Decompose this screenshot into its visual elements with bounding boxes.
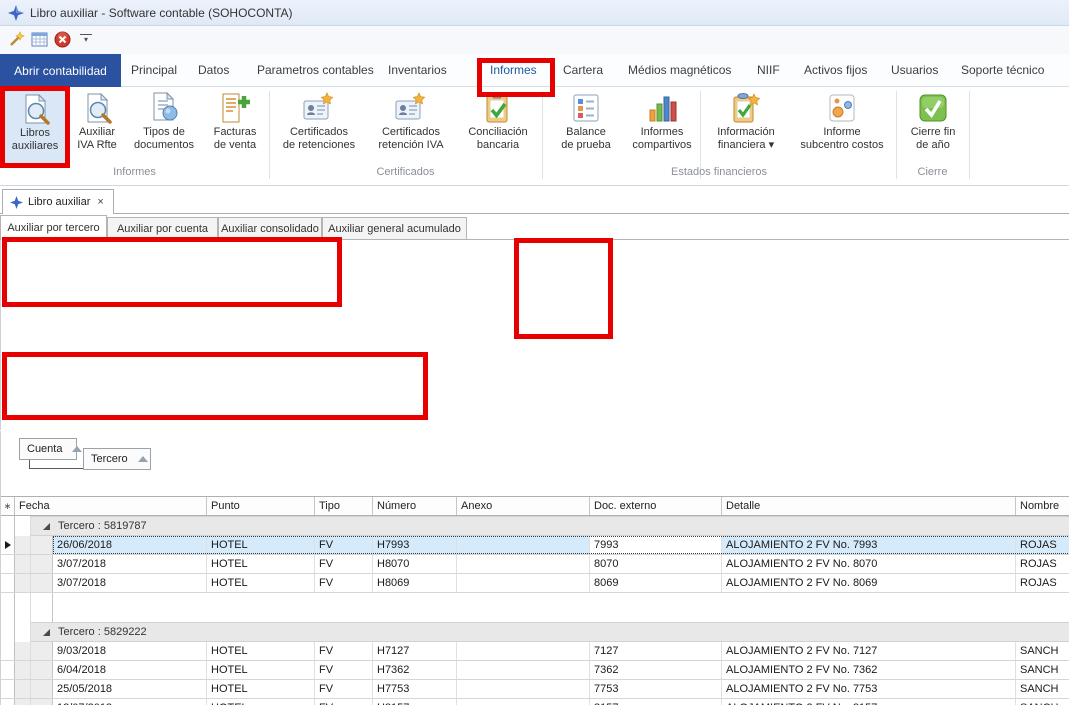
tipos-de-documentos-button[interactable]: Tipos de documentos xyxy=(128,90,200,166)
informacion-financiera-button[interactable]: Información financiera ▾ xyxy=(702,90,790,166)
subtab-bar: Auxiliar por tercero Auxiliar por cuenta… xyxy=(0,215,1069,240)
group-row[interactable]: Tercero : 5829222 xyxy=(1,622,1069,642)
column-header-numero[interactable]: Número xyxy=(373,497,457,515)
tab-principal[interactable]: Principal xyxy=(131,54,177,87)
column-header-anexo[interactable]: Anexo xyxy=(457,497,590,515)
doc-search-icon xyxy=(19,91,51,127)
ribbon: Informes Certificados Estados financiero… xyxy=(0,87,1069,186)
doc-tab-label: Libro auxiliar xyxy=(28,196,90,208)
clipboard-star-icon xyxy=(730,90,762,126)
table-row[interactable]: 26/06/2018 HOTEL FV H7993 7993 ALOJAMIEN… xyxy=(1,536,1069,555)
collapse-icon[interactable] xyxy=(43,523,50,530)
doc-plus-icon xyxy=(219,90,251,126)
group-row[interactable]: Tercero : 5819787 xyxy=(1,516,1069,536)
list-icon xyxy=(570,90,602,126)
id-card-star-icon xyxy=(395,90,427,126)
table-row[interactable]: 6/04/2018 HOTEL FV H7362 7362 ALOJAMIENT… xyxy=(1,661,1069,680)
column-header-punto[interactable]: Punto xyxy=(207,497,315,515)
certificados-retencion-iva-button[interactable]: Certificados retención IVA xyxy=(368,90,454,166)
balance-de-prueba-button[interactable]: Balance de prueba xyxy=(548,90,624,166)
table-row[interactable]: 13/07/2018 HOTEL FV H8157 8157 ALOJAMIEN… xyxy=(1,699,1069,705)
bar-chart-icon xyxy=(646,90,678,126)
column-header-detalle[interactable]: Detalle xyxy=(722,497,1016,515)
table-row[interactable]: 9/03/2018 HOTEL FV H7127 7127 ALOJAMIENT… xyxy=(1,642,1069,661)
table-icon[interactable] xyxy=(30,30,49,49)
subtab-auxiliar-general-acumulado[interactable]: Auxiliar general acumulado xyxy=(322,217,467,240)
tab-soporte-tecnico[interactable]: Soporte técnico xyxy=(961,54,1044,87)
subtab-auxiliar-por-cuenta[interactable]: Auxiliar por cuenta xyxy=(107,217,218,240)
ledger-grid: ∗ Fecha Punto Tipo Número Anexo Doc. ext… xyxy=(0,496,1069,705)
ribbon-group-estados-financieros: Estados financieros xyxy=(542,166,896,180)
tab-parametros-contables[interactable]: Parametros contables xyxy=(257,54,374,87)
tab-cartera[interactable]: Cartera xyxy=(563,54,603,87)
column-header-nombre[interactable]: Nombre xyxy=(1016,497,1069,515)
clipboard-check-icon xyxy=(482,90,514,126)
tab-abrir-contabilidad[interactable]: Abrir contabilidad xyxy=(0,54,121,87)
informe-subcentro-costos-button[interactable]: Informe subcentro costos xyxy=(792,90,892,166)
app-icon xyxy=(8,5,24,21)
group-chip-cuenta[interactable]: Cuenta xyxy=(19,438,77,460)
window-title: Libro auxiliar - Software contable (SOHO… xyxy=(30,6,293,20)
doc-sphere-icon xyxy=(148,90,180,126)
cancel-icon[interactable] xyxy=(53,30,72,49)
doc-tab-libro-auxiliar[interactable]: Libro auxiliar × xyxy=(2,189,114,214)
group-separator xyxy=(969,91,970,179)
group-chip-tercero[interactable]: Tercero xyxy=(83,448,151,470)
group-row-label: Tercero : 5829222 xyxy=(58,626,147,638)
quick-access-toolbar: ▾ xyxy=(0,26,1069,54)
divider xyxy=(0,213,1069,214)
table-row[interactable]: 25/05/2018 HOTEL FV H7753 7753 ALOJAMIEN… xyxy=(1,680,1069,699)
tab-activos-fijos[interactable]: Activos fijos xyxy=(804,54,867,87)
doc-search-icon xyxy=(81,90,113,126)
title-bar: Libro auxiliar - Software contable (SOHO… xyxy=(0,0,1069,26)
facturas-de-venta-button[interactable]: Facturas de venta xyxy=(203,90,267,166)
id-card-star-icon xyxy=(303,90,335,126)
subtab-auxiliar-por-tercero[interactable]: Auxiliar por tercero xyxy=(0,215,107,240)
ribbon-group-certificados: Certificados xyxy=(269,166,542,180)
column-header-tipo[interactable]: Tipo xyxy=(315,497,373,515)
table-row[interactable]: 3/07/2018 HOTEL FV H8069 8069 ALOJAMIENT… xyxy=(1,574,1069,593)
tab-datos[interactable]: Datos xyxy=(198,54,229,87)
certificados-de-retenciones-button[interactable]: Certificados de retenciones xyxy=(275,90,363,166)
grid-header: ∗ Fecha Punto Tipo Número Anexo Doc. ext… xyxy=(1,496,1069,516)
group-by-panel: Cuenta Tercero xyxy=(0,431,1069,496)
sort-asc-icon xyxy=(138,456,148,462)
document-tab-bar: Libro auxiliar × xyxy=(0,188,1069,214)
table-row[interactable]: 3/07/2018 HOTEL FV H8070 8070 ALOJAMIENT… xyxy=(1,555,1069,574)
conciliacion-bancaria-button[interactable]: Conciliación bancaria xyxy=(458,90,538,166)
wizard-icon[interactable] xyxy=(7,30,26,49)
current-row-icon xyxy=(5,541,11,549)
ribbon-group-informes: Informes xyxy=(0,166,269,180)
qat-customize-icon[interactable]: ▾ xyxy=(80,34,92,44)
ribbon-tab-row: Abrir contabilidad Principal Datos Param… xyxy=(0,54,1069,87)
tab-usuarios[interactable]: Usuarios xyxy=(891,54,938,87)
group-gap xyxy=(1,593,1069,622)
column-header-fecha[interactable]: Fecha xyxy=(15,497,207,515)
column-header-doc-externo[interactable]: Doc. externo xyxy=(590,497,722,515)
app-window: Libro auxiliar - Software contable (SOHO… xyxy=(0,0,1069,705)
tab-medios-magneticos[interactable]: Médios magnéticos xyxy=(628,54,731,87)
doc-tab-close-icon[interactable]: × xyxy=(97,196,103,208)
ribbon-group-cierre: Cierre xyxy=(896,166,969,180)
collapse-icon[interactable] xyxy=(43,629,50,636)
libros-auxiliares-button[interactable]: Libros auxiliares xyxy=(4,90,66,166)
group-row-label: Tercero : 5819787 xyxy=(58,520,147,532)
cierre-fin-de-ano-button[interactable]: Cierre fin de año xyxy=(900,90,966,166)
doc-tab-star-icon xyxy=(10,196,23,209)
subtab-auxiliar-consolidado[interactable]: Auxiliar consolidado xyxy=(218,217,322,240)
tab-inventarios[interactable]: Inventarios xyxy=(388,54,447,87)
dots-icon xyxy=(826,90,858,126)
tab-niif[interactable]: NIIF xyxy=(757,54,780,87)
row-indicator-header: ∗ xyxy=(1,497,15,515)
auxiliar-iva-rfte-button[interactable]: Auxiliar IVA Rfte xyxy=(67,90,127,166)
sort-asc-icon xyxy=(72,446,82,452)
green-check-icon xyxy=(917,90,949,126)
filter-panel: Cuenta inicial ... ALOJAMIENTO Cuenta fi… xyxy=(0,240,1069,430)
group-connector xyxy=(29,468,83,469)
informes-compartivos-button[interactable]: Informes compartivos xyxy=(626,90,698,166)
tab-informes[interactable]: Informes xyxy=(490,54,537,87)
